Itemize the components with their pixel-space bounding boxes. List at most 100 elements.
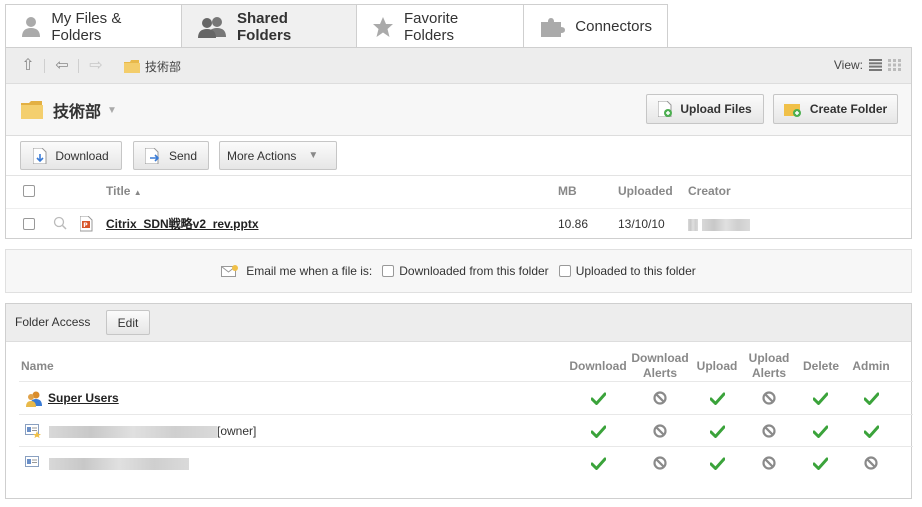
select-all-checkbox[interactable]: [23, 185, 35, 197]
folder-access-header: Folder Access Edit: [6, 304, 911, 342]
permission-upload-check-icon: [709, 455, 725, 471]
super-users-link[interactable]: Super Users: [48, 382, 119, 414]
create-folder-label: Create Folder: [809, 102, 888, 116]
column-creator[interactable]: Creator: [688, 176, 731, 206]
chevron-down-icon[interactable]: ▼: [107, 105, 117, 116]
user-card-icon: [25, 456, 41, 470]
upload-files-label: Upload Files: [680, 102, 752, 116]
permission-download-alerts-denied-icon: [652, 423, 668, 439]
folder-access-panel: Folder Access Edit Name Download Downloa…: [5, 303, 913, 499]
permission-delete-check-icon: [812, 455, 828, 471]
permission-download-check-icon: [590, 423, 606, 439]
tab-connectors[interactable]: Connectors: [523, 4, 668, 48]
email-notification-bar: Email me when a file is: Downloaded from…: [5, 249, 912, 293]
column-name: Name: [21, 359, 54, 373]
upload-files-button[interactable]: Upload Files: [646, 94, 764, 124]
folder-access-title: Folder Access: [15, 315, 91, 329]
column-delete: Delete: [802, 359, 840, 373]
puzzle-icon: [539, 16, 566, 38]
action-bar: Download Send More Actions ▼: [6, 136, 911, 176]
tab-shared-folders[interactable]: Shared Folders: [181, 4, 357, 48]
star-icon: [372, 16, 394, 38]
row-checkbox[interactable]: [23, 218, 35, 230]
header-line: Upload: [748, 351, 790, 365]
column-title[interactable]: Title ▲: [106, 176, 142, 206]
header-line: Alerts: [642, 366, 677, 380]
edit-label: Edit: [117, 315, 139, 330]
permission-upload-alerts-denied-icon: [761, 423, 777, 439]
list-view-icon[interactable]: [869, 59, 882, 71]
folder-icon: [124, 60, 140, 73]
view-switcher: View:: [834, 58, 901, 72]
uploaded-option-label[interactable]: Uploaded to this folder: [576, 264, 696, 278]
access-row-super-users: Super Users: [19, 382, 913, 414]
permission-admin-check-icon: [863, 423, 879, 439]
access-row-owner: [owner]: [19, 414, 913, 446]
up-arrow-icon[interactable]: ⇧: [20, 58, 36, 74]
column-admin: Admin: [852, 359, 890, 373]
permission-download-check-icon: [590, 455, 606, 471]
header-line: Download: [631, 351, 689, 365]
tab-bar: My Files & Folders Shared Folders Favori…: [5, 4, 668, 48]
send-icon: [144, 147, 161, 164]
downloaded-option-label[interactable]: Downloaded from this folder: [399, 264, 548, 278]
svg-text:P: P: [83, 222, 88, 229]
file-creator: [688, 209, 750, 239]
column-download-alerts: Download Alerts: [630, 351, 690, 381]
table-row[interactable]: P Citrix_SDN戦略v2_rev.pptx 10.86 13/10/10: [6, 208, 911, 238]
breadcrumb-label: 技術部: [145, 60, 182, 74]
edit-button[interactable]: Edit: [106, 310, 150, 335]
chevron-down-icon: ▼: [308, 150, 319, 161]
more-actions-dropdown[interactable]: More Actions ▼: [219, 141, 337, 170]
group-icon: [25, 390, 43, 407]
file-table-header: Title ▲ MB Uploaded Creator: [6, 176, 911, 206]
tab-label: Connectors: [575, 18, 652, 35]
permission-download-alerts-denied-icon: [652, 455, 668, 471]
grid-view-icon[interactable]: [888, 59, 901, 71]
user-icon: [21, 16, 41, 38]
access-row-user: [19, 446, 913, 478]
more-actions-label: More Actions: [227, 148, 297, 163]
tab-my-files[interactable]: My Files & Folders: [5, 4, 182, 48]
back-arrow-icon[interactable]: ⇦: [54, 58, 70, 74]
email-icon: [221, 264, 239, 278]
tab-favorite-folders[interactable]: Favorite Folders: [356, 4, 524, 48]
column-mb[interactable]: MB: [558, 176, 577, 206]
file-title-link[interactable]: Citrix_SDN戦略v2_rev.pptx: [106, 209, 259, 239]
permission-download-check-icon: [590, 390, 606, 406]
email-label: Email me when a file is:: [246, 264, 373, 278]
breadcrumb[interactable]: 技術部: [124, 58, 181, 75]
downloaded-checkbox[interactable]: [382, 265, 395, 277]
download-button[interactable]: Download: [20, 141, 122, 170]
folder-title-text: 技術部: [53, 104, 102, 121]
create-folder-button[interactable]: Create Folder: [773, 94, 898, 124]
file-size: 10.86: [558, 217, 589, 231]
folder-panel: ⇧ ⇦ ⇨ 技術部 View: 技術部 ▼ Upload Files Creat…: [5, 47, 912, 239]
header-line: Alerts: [751, 366, 786, 380]
view-label: View:: [833, 58, 863, 72]
tab-label: Shared Folders: [237, 9, 292, 44]
new-folder-icon: [783, 102, 802, 117]
tab-label: My Files & Folders: [51, 9, 122, 44]
column-uploaded[interactable]: Uploaded: [618, 176, 673, 206]
folder-icon: [21, 101, 43, 119]
upload-file-icon: [658, 101, 673, 117]
forward-arrow-icon[interactable]: ⇨: [88, 58, 104, 74]
uploaded-checkbox[interactable]: [558, 265, 571, 277]
permission-delete-check-icon: [812, 390, 828, 406]
file-uploaded-date: 13/10/10: [618, 217, 665, 231]
divider: [44, 59, 45, 73]
sort-asc-icon: ▲: [133, 188, 142, 197]
permission-upload-alerts-denied-icon: [761, 455, 777, 471]
user-name: [49, 447, 189, 479]
tab-label: Favorite Folders: [404, 9, 459, 44]
powerpoint-file-icon: P: [80, 216, 93, 232]
navigation-bar: ⇧ ⇦ ⇨ 技術部 View:: [6, 48, 911, 84]
owner-name: [owner]: [49, 415, 256, 447]
permission-download-alerts-denied-icon: [652, 390, 668, 406]
magnifier-icon[interactable]: [53, 216, 67, 230]
column-upload: Upload: [696, 359, 738, 373]
permission-upload-alerts-denied-icon: [761, 390, 777, 406]
send-button[interactable]: Send: [133, 141, 209, 170]
folder-title[interactable]: 技術部 ▼: [21, 98, 117, 122]
